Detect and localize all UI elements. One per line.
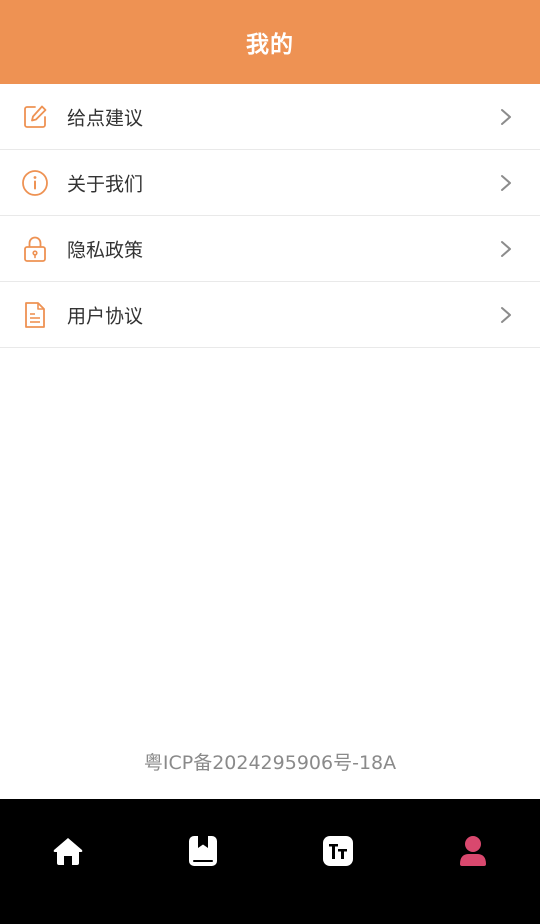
document-icon [21, 301, 49, 329]
chevron-right-icon [501, 108, 511, 125]
tab-bookmarks[interactable] [135, 799, 270, 903]
bottom-tab-bar [0, 799, 540, 924]
icp-license-text[interactable]: 粤ICP备2024295906号-18A [0, 748, 540, 775]
page-title: 我的 [246, 32, 294, 58]
menu-item-label: 给点建议 [67, 107, 144, 129]
text-size-icon [322, 836, 353, 866]
chevron-right-icon [501, 240, 511, 257]
tab-profile[interactable] [405, 799, 540, 903]
info-icon [21, 169, 49, 197]
menu-item-label: 隐私政策 [67, 239, 144, 261]
user-icon [459, 836, 486, 866]
home-icon [53, 838, 82, 865]
bookmark-book-icon [188, 836, 217, 866]
settings-menu: 给点建议 关于我们 隐私政策 用户协议 [0, 84, 540, 348]
chevron-right-icon [501, 306, 511, 323]
chevron-right-icon [501, 174, 511, 191]
tab-text[interactable] [270, 799, 405, 903]
edit-icon [21, 103, 49, 131]
menu-item-user-agreement[interactable]: 用户协议 [0, 282, 540, 348]
menu-item-label: 用户协议 [67, 305, 144, 327]
menu-item-feedback[interactable]: 给点建议 [0, 84, 540, 150]
menu-item-privacy[interactable]: 隐私政策 [0, 216, 540, 282]
menu-item-label: 关于我们 [67, 173, 144, 195]
tab-home[interactable] [0, 799, 135, 903]
menu-item-about[interactable]: 关于我们 [0, 150, 540, 216]
lock-icon [21, 235, 49, 263]
header-bar: 我的 [0, 0, 540, 84]
